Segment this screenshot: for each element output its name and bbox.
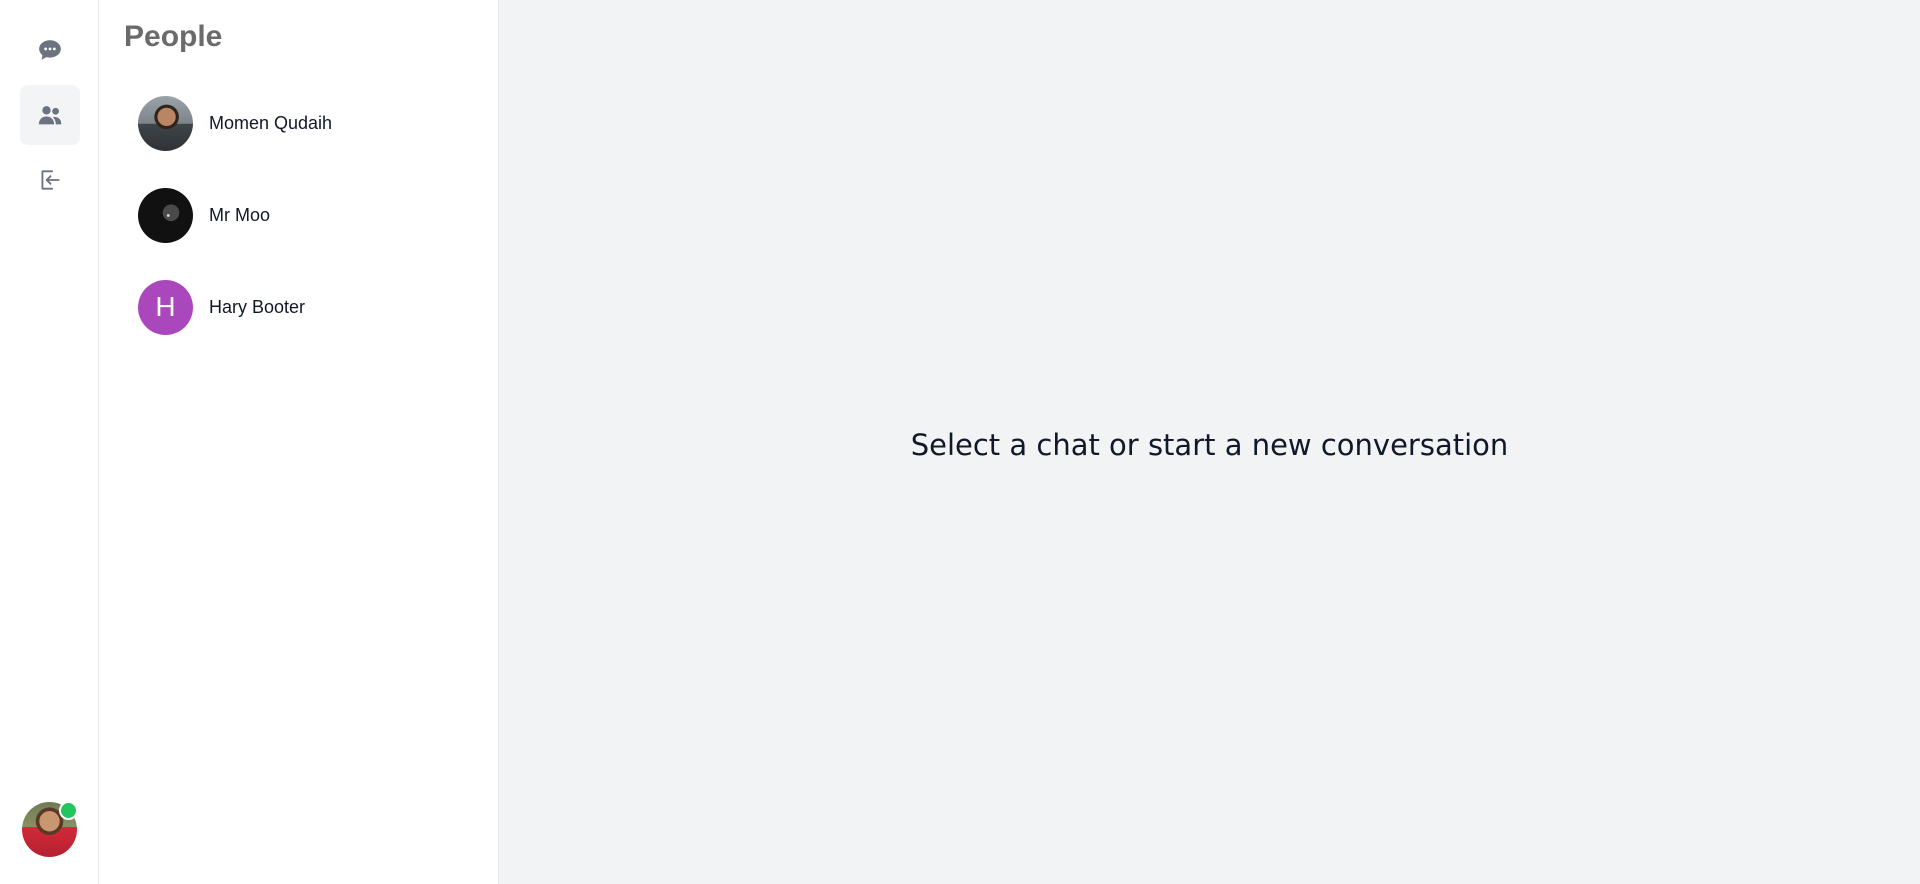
person-item-momen-qudaih[interactable]: Momen Qudaih — [115, 83, 483, 163]
nav-logout-button[interactable] — [20, 150, 80, 210]
avatar-initial: H — [155, 291, 176, 322]
chat-bubble-icon — [37, 37, 63, 63]
people-panel: People Momen Qudaih Mr Moo H Hary Booter — [99, 0, 499, 884]
app-root: People Momen Qudaih Mr Moo H Hary Booter… — [0, 0, 1920, 884]
person-name: Hary Booter — [209, 296, 306, 317]
people-panel-title: People — [124, 20, 223, 53]
online-status-indicator — [59, 801, 78, 820]
person-item-hary-booter[interactable]: H Hary Booter — [115, 267, 483, 347]
people-icon — [36, 101, 64, 129]
nav-chats-button[interactable] — [20, 20, 80, 80]
icon-sidebar — [0, 0, 99, 884]
chat-area: Select a chat or start a new conversatio… — [499, 0, 1920, 884]
avatar — [138, 187, 193, 243]
person-name: Mr Moo — [209, 204, 271, 225]
current-user-avatar[interactable] — [22, 801, 78, 857]
person-item-mr-moo[interactable]: Mr Moo — [115, 175, 483, 255]
logout-icon — [37, 167, 63, 193]
empty-state-message: Select a chat or start a new conversatio… — [910, 428, 1509, 462]
nav-people-button[interactable] — [20, 85, 80, 145]
avatar — [138, 95, 193, 151]
avatar: H — [138, 279, 193, 335]
person-name: Momen Qudaih — [209, 112, 333, 133]
